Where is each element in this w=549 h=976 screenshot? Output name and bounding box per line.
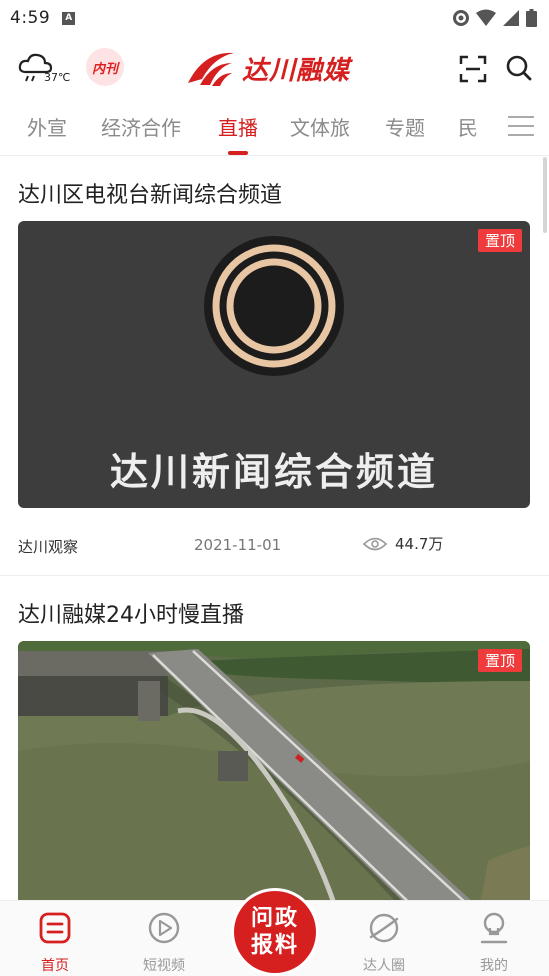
- play-circle-icon: [148, 912, 180, 944]
- status-right-icons: [452, 9, 537, 27]
- nav-label: 达人圈: [363, 958, 405, 974]
- cell-signal-icon: [503, 10, 519, 26]
- active-tab-indicator: [228, 151, 248, 155]
- play-button-icon: [204, 236, 344, 376]
- wenzheng-report-button[interactable]: 问政报料: [234, 891, 316, 973]
- planet-icon: [369, 913, 399, 943]
- tab-economic-cooperation[interactable]: 经济合作: [101, 112, 181, 141]
- video-caption: 达川新闻综合频道: [109, 450, 438, 494]
- channel-tabs: 外宣 经济合作 直播 文体旅 专题 民: [0, 100, 549, 156]
- view-count: 44.7万: [363, 533, 443, 554]
- eye-icon: [363, 537, 387, 550]
- channel-menu-icon[interactable]: [508, 116, 534, 138]
- brand-name: 达川融媒: [242, 55, 351, 86]
- nav-label: 短视频: [143, 958, 185, 974]
- nav-label: 首页: [41, 958, 69, 974]
- weather-temperature: 37℃: [44, 71, 71, 84]
- source-label: 达川观察: [18, 538, 79, 556]
- view-count-value: 44.7万: [395, 535, 444, 553]
- card-title[interactable]: 达川区电视台新闻综合频道: [18, 177, 282, 209]
- tab-live[interactable]: 直播: [218, 112, 258, 141]
- brand-swoosh-icon: [188, 52, 234, 86]
- news-feed: 达川区电视台新闻综合频道 达川新闻综合频道 置顶 达川观察 2021-11-01…: [0, 157, 549, 900]
- brand-logo: 达川融媒: [186, 48, 350, 88]
- live-thumbnail[interactable]: 置顶: [18, 641, 530, 900]
- neikan-label: 内刊: [91, 61, 118, 77]
- tab-culture-sports-tourism[interactable]: 文体旅: [290, 112, 350, 141]
- profile-icon: [480, 912, 508, 944]
- wenzheng-label: 问政报料: [250, 905, 299, 958]
- pinned-badge: 置顶: [477, 229, 522, 252]
- scan-icon[interactable]: [459, 55, 487, 83]
- settings-gear-icon: [453, 10, 469, 26]
- nav-talent-circle[interactable]: 达人圈: [344, 911, 424, 975]
- notification-a-icon: A: [62, 11, 76, 25]
- wifi-icon: [476, 9, 496, 26]
- card-title[interactable]: 达川融媒24小时慢直播: [18, 597, 244, 629]
- nav-short-video[interactable]: 短视频: [124, 911, 204, 975]
- app-header: 37℃ 内刊 达川融媒: [0, 40, 549, 96]
- publish-date: 2021-11-01: [194, 536, 282, 554]
- status-bar: 4:59 A: [0, 0, 549, 36]
- bridge-river-image: [18, 641, 530, 900]
- scrollbar-thumb[interactable]: [543, 157, 547, 233]
- neikan-button[interactable]: 内刊: [86, 48, 124, 86]
- tab-special-topics[interactable]: 专题: [385, 112, 425, 141]
- feed-card[interactable]: 达川区电视台新闻综合频道 达川新闻综合频道 置顶 达川观察 2021-11-01…: [0, 157, 549, 576]
- card-meta: 达川观察 2021-11-01 44.7万: [18, 533, 530, 557]
- weather-widget[interactable]: 37℃: [18, 52, 78, 88]
- home-icon: [39, 912, 71, 944]
- tab-waixuan[interactable]: 外宣: [27, 112, 67, 141]
- nav-home[interactable]: 首页: [15, 911, 95, 975]
- search-icon[interactable]: [505, 54, 533, 82]
- tab-fade: [470, 100, 500, 155]
- pinned-badge: 置顶: [477, 649, 522, 672]
- nav-label: 我的: [480, 958, 508, 974]
- battery-icon: [526, 9, 537, 27]
- status-time: 4:59: [10, 8, 51, 28]
- nav-mine[interactable]: 我的: [454, 911, 534, 975]
- feed-card[interactable]: 达川融媒24小时慢直播 置顶: [0, 576, 549, 900]
- bottom-navigation: 首页 短视频 问政报料 达人圈 我的: [0, 891, 549, 976]
- video-thumbnail[interactable]: 达川新闻综合频道 置顶: [18, 221, 530, 508]
